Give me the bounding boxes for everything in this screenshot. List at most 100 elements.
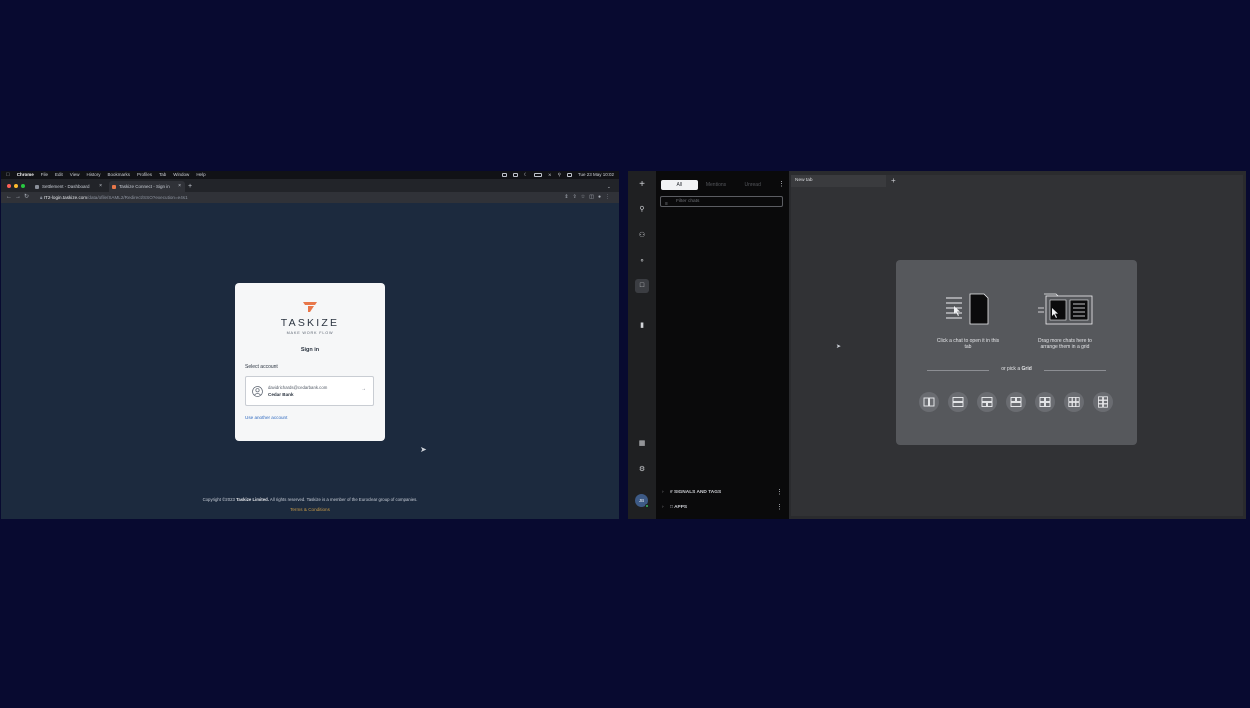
spotlight-icon[interactable]: ⚲	[558, 171, 561, 179]
grid-2x2-button[interactable]	[1035, 392, 1055, 412]
menu-view[interactable]: View	[70, 171, 80, 179]
menu-file[interactable]: File	[41, 171, 48, 179]
minimize-window-button[interactable]	[14, 184, 18, 188]
status-icon[interactable]	[512, 173, 518, 177]
contacts-icon[interactable]: ⚇	[628, 231, 656, 239]
chat-list-panel: All Mentions Unread ⋮ ≡ Filter chats › #…	[656, 171, 789, 519]
more-icon[interactable]: ⋮	[605, 194, 614, 200]
layout-2x2-icon	[1039, 397, 1051, 407]
reload-icon[interactable]: ↻	[24, 194, 32, 200]
grid-2-rows-button[interactable]	[948, 392, 968, 412]
taskize-favicon-icon	[112, 185, 116, 189]
tab-taskize-sign-in[interactable]: Taskize Connect - Sign in ×	[109, 181, 185, 192]
select-account-label: Select account	[245, 364, 278, 370]
bookmark-icon[interactable]: ▮	[628, 321, 656, 329]
taskize-logo-icon	[303, 302, 317, 312]
settings-icon[interactable]: ⚙	[628, 465, 656, 473]
brand-tagline: MAKE WORK FLOW	[286, 331, 334, 335]
menu-bookmarks[interactable]: Bookmarks	[108, 171, 131, 179]
chevron-right-icon: ›	[662, 505, 664, 510]
bluetooth-icon[interactable]: ⨯	[548, 171, 552, 179]
terms-link[interactable]: Terms & Conditions	[1, 507, 619, 512]
layout-3x2-icon	[1068, 397, 1080, 407]
section-signals-and-tags[interactable]: › # SIGNALS AND TAGS ⋮	[656, 486, 789, 500]
menu-app-name[interactable]: Chrome	[17, 171, 34, 179]
close-icon[interactable]: ×	[178, 181, 181, 192]
account-organization: Cedar Bank	[268, 391, 294, 397]
zoom-window-button[interactable]	[21, 184, 25, 188]
grid-1-top-2-bottom-button[interactable]	[977, 392, 997, 412]
menu-help[interactable]: Help	[196, 171, 205, 179]
share-icon[interactable]: ⇧	[573, 194, 581, 200]
tab-new-tab[interactable]: New tab	[791, 175, 886, 187]
menu-window[interactable]: Window	[173, 171, 189, 179]
page-title: Sign in	[300, 347, 320, 353]
pick-grid-bold: Grid	[1021, 366, 1032, 372]
forward-icon[interactable]: →	[15, 194, 24, 200]
chat-icon[interactable]: □	[628, 282, 656, 289]
copyright-prefix: Copyright ©2023	[202, 497, 237, 502]
grid-3x2-button[interactable]	[1064, 392, 1084, 412]
key-icon[interactable]: ⇕	[564, 194, 572, 200]
main-stage: New tab + ➤ Click a chat to open it in t…	[791, 175, 1243, 516]
tab-unread[interactable]: Unread	[734, 180, 771, 190]
tab-all[interactable]: All	[661, 180, 698, 190]
use-another-account-link[interactable]: Use another account	[245, 415, 287, 420]
sidepanel-icon[interactable]: ◫	[589, 194, 598, 200]
bell-icon[interactable]: ⚬	[628, 257, 656, 265]
hint-line: tab	[964, 344, 972, 350]
new-tab-button[interactable]: +	[185, 181, 197, 192]
chevron-down-icon[interactable]: ⌄	[605, 181, 617, 192]
url-path: /data/ofile/SAML2/Redirect/SSO?execution…	[87, 195, 188, 200]
menu-history[interactable]: History	[86, 171, 100, 179]
copyright-suffix: All rights reserved. Taskize is a member…	[268, 497, 418, 502]
presence-indicator	[645, 504, 649, 508]
section-apps[interactable]: › □ APPS ⋮	[656, 501, 789, 515]
profile-icon[interactable]: ●	[598, 194, 605, 200]
add-tab-button[interactable]: +	[891, 175, 896, 187]
qr-icon[interactable]: ▦	[628, 439, 656, 447]
arrange-grid-illustration-icon	[1038, 293, 1093, 325]
status-icon[interactable]	[501, 173, 507, 177]
hint-arrange-grid: Drag more chats here to arrange them in …	[1024, 338, 1106, 350]
search-icon[interactable]: ⚲	[628, 205, 656, 213]
close-icon[interactable]: ×	[99, 181, 102, 192]
pick-grid-label: or pick a Grid	[896, 366, 1137, 372]
grid-2-columns-button[interactable]	[919, 392, 939, 412]
battery-icon[interactable]	[533, 173, 542, 177]
tab-mentions[interactable]: Mentions	[698, 180, 735, 190]
plus-icon[interactable]: +	[628, 179, 656, 190]
layout-2-top-1-bottom-icon	[1010, 397, 1022, 407]
sign-in-card: TASKIZE MAKE WORK FLOW Sign in Select ac…	[235, 283, 385, 441]
globe-icon	[35, 185, 39, 189]
star-icon[interactable]: ☆	[581, 194, 589, 200]
mouse-cursor-icon: ➤	[420, 445, 427, 454]
pick-grid-prefix: or pick a	[1001, 366, 1022, 372]
more-options-icon[interactable]: ⋮	[776, 486, 783, 500]
menu-profiles[interactable]: Profiles	[137, 171, 152, 179]
more-options-icon[interactable]: ⋮	[776, 501, 783, 515]
open-chat-illustration-icon	[946, 293, 989, 325]
filter-chats-input[interactable]: ≡ Filter chats	[660, 196, 783, 207]
chat-filter-tabs: All Mentions Unread	[661, 180, 771, 190]
moon-icon[interactable]: ☾	[524, 171, 528, 179]
grid-2x3-button[interactable]	[1093, 392, 1113, 412]
control-center-icon[interactable]	[566, 173, 572, 177]
account-email: davidrichards@cedarbank.com	[268, 385, 328, 390]
menu-tab[interactable]: Tab	[159, 171, 166, 179]
browser-window:  Chrome File Edit View History Bookmark…	[1, 171, 619, 519]
clock[interactable]: Tue 23 May 10:02	[578, 171, 614, 179]
menu-edit[interactable]: Edit	[55, 171, 63, 179]
layout-2-columns-icon	[923, 397, 935, 407]
tab-settlement-dashboard[interactable]: Settlement - Dashboard ×	[32, 181, 106, 192]
url-field[interactable]: 🔒︎ IT2-login.taskize.com/data/ofile/SAML…	[40, 192, 188, 203]
more-options-icon[interactable]: ⋮	[778, 180, 785, 188]
apple-icon[interactable]: 	[6, 171, 10, 179]
account-option[interactable]: davidrichards@cedarbank.com Cedar Bank →	[245, 376, 374, 406]
back-icon[interactable]: ←	[6, 194, 15, 200]
section-label: APPS	[674, 505, 688, 510]
grid-2-top-1-bottom-button[interactable]	[1006, 392, 1026, 412]
section-label: SIGNALS AND TAGS	[674, 490, 722, 495]
close-window-button[interactable]	[7, 184, 11, 188]
user-avatar-icon	[252, 386, 263, 397]
